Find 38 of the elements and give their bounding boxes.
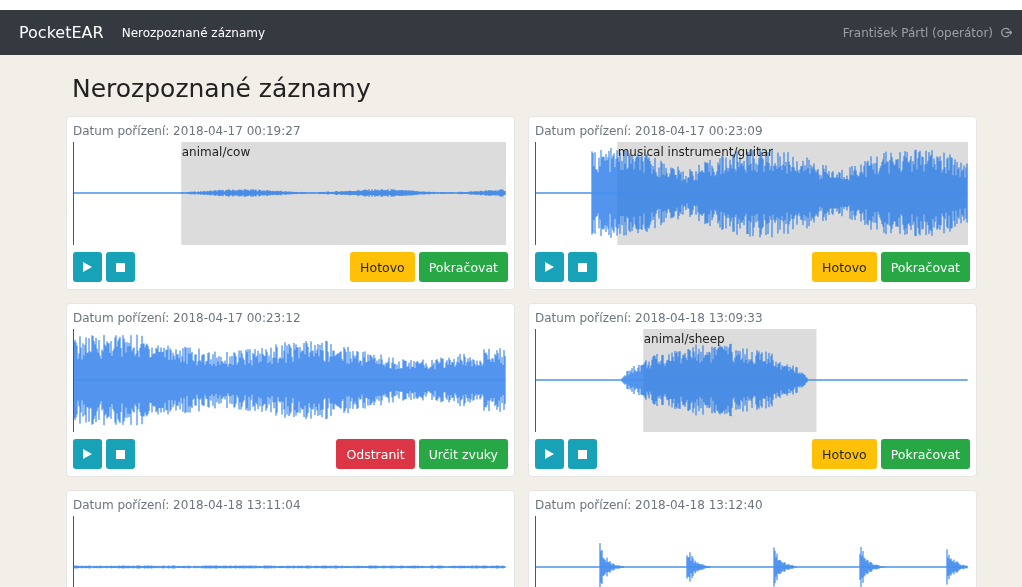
nav-link[interactable]: Nerozpoznané záznamy (121, 25, 266, 40)
recording-date: Datum pořízení: 2018-04-18 13:12:40 (535, 498, 764, 514)
play-icon (83, 449, 92, 459)
action-button[interactable]: Pokračovat (418, 252, 508, 282)
page-title: Nerozpoznané záznamy (71, 73, 372, 105)
stop-button[interactable] (568, 252, 597, 282)
recording-date: Datum pořízení: 2018-04-18 13:09:33 (535, 311, 764, 327)
recording-date: Datum pořízení: 2018-04-17 00:23:12 (73, 311, 302, 327)
stop-button[interactable] (568, 439, 597, 469)
recording-date: Datum pořízení: 2018-04-17 00:19:27 (73, 124, 302, 140)
action-button[interactable]: Hotovo (812, 439, 877, 469)
action-button[interactable]: Pokračovat (880, 252, 970, 282)
action-button[interactable]: Hotovo (812, 252, 877, 282)
play-button[interactable] (535, 252, 564, 282)
play-button[interactable] (73, 252, 102, 282)
play-button[interactable] (73, 439, 102, 469)
stop-icon (578, 449, 587, 459)
play-button[interactable] (535, 439, 564, 469)
brand-logo[interactable]: PocketEAR (19, 23, 104, 42)
action-button[interactable]: Pokračovat (880, 439, 970, 469)
stop-icon (116, 262, 125, 272)
region-label: animal/sheep (643, 332, 725, 346)
stop-button[interactable] (106, 439, 135, 469)
region-label: animal/cow (181, 145, 251, 159)
logout-icon[interactable] (1001, 27, 1012, 38)
recording-date: Datum pořízení: 2018-04-17 00:23:09 (535, 124, 764, 140)
play-icon (545, 262, 554, 272)
action-button[interactable]: Určit zvuky (418, 439, 508, 469)
play-icon (545, 449, 554, 459)
recording-date: Datum pořízení: 2018-04-18 13:11:04 (73, 498, 302, 514)
action-button[interactable]: Hotovo (350, 252, 415, 282)
action-button[interactable]: Odstranit (336, 439, 415, 469)
play-icon (83, 262, 92, 272)
stop-button[interactable] (106, 252, 135, 282)
region-label: musical instrument/guitar (617, 145, 774, 159)
user-name[interactable]: František Pártl (operátor) (842, 25, 993, 40)
stop-icon (116, 449, 125, 459)
stop-icon (578, 262, 587, 272)
